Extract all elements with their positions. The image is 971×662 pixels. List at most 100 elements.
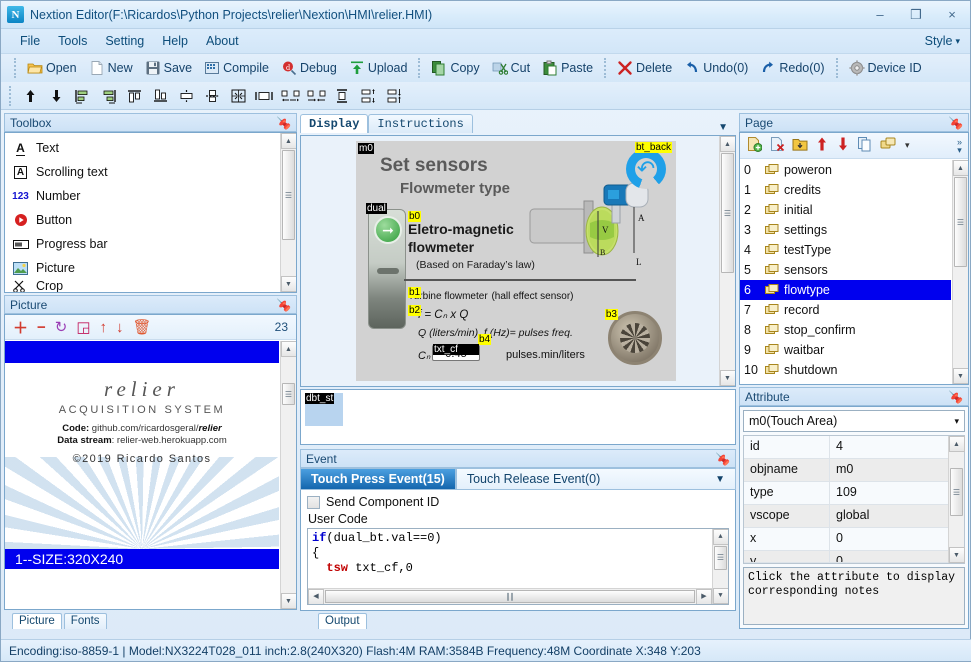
fit-grid-icon[interactable] [226, 85, 250, 107]
toolbox-item-button[interactable]: Button [9, 208, 279, 232]
user-code-editor[interactable]: if(dual_bt.val==0) { tsw txt_cf,0 ◀ ∥∥ ▶… [307, 528, 729, 605]
attribute-row-y[interactable]: y 0 [744, 551, 948, 563]
center-vertical-icon[interactable] [174, 85, 198, 107]
design-canvas-area[interactable]: ➞ Set sensors Flowmeter type Eletro-magn… [300, 135, 736, 387]
code-vscrollbar[interactable]: ▲ ☰ ▼ [712, 529, 728, 604]
save-button[interactable]: Save [139, 57, 199, 79]
distribute-h-in-icon[interactable] [304, 85, 328, 107]
component-label-b1[interactable]: b1 [408, 287, 422, 298]
component-label-dbt_st[interactable]: dbt_st [305, 393, 335, 404]
distribute-h-out-icon[interactable] [278, 85, 302, 107]
page-item-waitbar[interactable]: 9 waitbar [740, 340, 951, 360]
paste-button[interactable]: Paste [536, 57, 599, 79]
remove-icon[interactable]: − [37, 319, 46, 336]
add-page-icon[interactable] [746, 136, 763, 155]
page-group-icon[interactable] [880, 136, 898, 155]
tab-picture[interactable]: Picture [12, 613, 62, 629]
minimize-button[interactable]: – [862, 2, 898, 28]
move-up-icon[interactable] [18, 85, 42, 107]
page-item-settings[interactable]: 3 settings [740, 220, 951, 240]
cut-button[interactable]: Cut [486, 57, 536, 79]
attribute-row-vscope[interactable]: vscope global [744, 505, 948, 528]
component-label-m0[interactable]: m0 [358, 143, 374, 154]
attribute-object-select[interactable]: m0(Touch Area) ▾ [743, 410, 965, 432]
align-bottom-icon[interactable] [148, 85, 172, 107]
component-label-b4[interactable]: b4 [478, 334, 492, 345]
attribute-value[interactable]: 4 [830, 436, 948, 458]
bt-back-button[interactable]: ↶ [626, 149, 666, 189]
page-item-shutdown[interactable]: 10 shutdown [740, 360, 951, 380]
page-item-flowtype[interactable]: 6 flowtype [740, 280, 951, 300]
dropdown-caret-icon[interactable]: ▾ [905, 140, 910, 151]
scroll-down-icon[interactable]: ▼ [280, 276, 296, 292]
same-height-icon[interactable] [330, 85, 354, 107]
scroll-up-icon[interactable]: ▲ [712, 529, 728, 545]
attribute-row-x[interactable]: x 0 [744, 528, 948, 551]
page-scrollbar[interactable]: ▲ ☰ ▼ [952, 160, 968, 384]
pin-icon[interactable]: 📌 [949, 389, 963, 404]
compile-button[interactable]: Compile [198, 57, 275, 79]
scrollbar-thumb[interactable]: ☰ [950, 468, 963, 516]
align-right-icon[interactable] [96, 85, 120, 107]
component-label-dual[interactable]: dual [366, 203, 387, 214]
picture-thumbnail[interactable]: relier ACQUISITION SYSTEM Code: github.c… [5, 363, 279, 549]
move-page-down-icon[interactable] [836, 136, 850, 155]
move-down-icon[interactable] [44, 85, 68, 107]
menu-tools[interactable]: Tools [49, 31, 96, 51]
dual-switch-widget[interactable]: ➞ [368, 209, 406, 329]
toolbox-item-crop[interactable]: Crop [9, 280, 279, 292]
instruction-preview-pane[interactable]: dbt_st [300, 389, 736, 445]
copy-page-icon[interactable] [857, 136, 873, 155]
scroll-up-icon[interactable]: ▲ [280, 133, 296, 149]
page-item-poweron[interactable]: 0 poweron [740, 160, 951, 180]
tab-touch-release-event[interactable]: Touch Release Event(0) ▼ [455, 468, 736, 490]
copy-button[interactable]: Copy [425, 57, 485, 79]
move-up-icon[interactable]: ↑ [100, 319, 108, 336]
chevron-down-icon[interactable]: ▼ [715, 474, 725, 485]
page-item-stop_confirm[interactable]: 8 stop_confirm [740, 320, 951, 340]
edit-icon[interactable]: ◲ [76, 318, 90, 336]
page-item-record[interactable]: 7 record [740, 300, 951, 320]
attribute-value[interactable]: 0 [830, 528, 948, 550]
toolbox-item-text[interactable]: A Text [9, 136, 279, 160]
attribute-row-objname[interactable]: objname m0 [744, 459, 948, 482]
scrollbar-thumb[interactable]: ☰ [714, 546, 727, 570]
send-component-id-row[interactable]: Send Component ID [307, 495, 729, 509]
same-width-icon[interactable] [252, 85, 276, 107]
add-icon[interactable]: ＋ [13, 317, 28, 338]
hmi-canvas[interactable]: ➞ Set sensors Flowmeter type Eletro-magn… [356, 141, 676, 381]
move-page-up-icon[interactable] [815, 136, 829, 155]
component-label-b0[interactable]: b0 [408, 211, 422, 222]
picture-preview-list[interactable]: relier ACQUISITION SYSTEM Code: github.c… [5, 341, 296, 609]
scrollbar-track[interactable] [949, 516, 965, 547]
component-label-b3[interactable]: b3 [604, 309, 618, 320]
scroll-left-icon[interactable]: ◀ [308, 588, 324, 604]
close-button[interactable]: × [934, 2, 970, 28]
menu-about[interactable]: About [197, 31, 248, 51]
align-left-icon[interactable] [70, 85, 94, 107]
scrollbar-track[interactable] [953, 267, 969, 368]
trash-icon[interactable]: 🗑 [133, 318, 152, 336]
pin-icon[interactable]: 📌 [949, 115, 963, 130]
center-horizontal-icon[interactable] [200, 85, 224, 107]
pin-icon[interactable]: 📌 [277, 115, 291, 130]
picture-scrollbar[interactable]: ▲ ☰ ▼ [280, 341, 296, 609]
scrollbar-thumb[interactable]: ☰ [954, 177, 967, 267]
scrollbar-thumb[interactable]: ☰ [282, 383, 295, 405]
pin-icon[interactable]: 📌 [716, 451, 730, 466]
scrollbar-thumb[interactable]: ☰ [721, 153, 734, 273]
distribute-v-out-icon[interactable] [356, 85, 380, 107]
toolbox-item-picture[interactable]: Picture [9, 256, 279, 280]
scrollbar-track[interactable] [713, 570, 729, 588]
attribute-value[interactable]: 109 [830, 482, 948, 504]
scroll-down-icon[interactable]: ▼ [719, 370, 735, 386]
page-item-testType[interactable]: 4 testType [740, 240, 951, 260]
attribute-value[interactable]: 0 [830, 551, 948, 562]
attribute-table[interactable]: id 4 objname m0 type 109 vscope global x… [743, 435, 965, 564]
canvas-scrollbar[interactable]: ▲ ☰ ▼ [719, 136, 735, 386]
tab-display[interactable]: Display [300, 114, 369, 133]
scroll-up-icon[interactable]: ▲ [952, 160, 968, 176]
component-label-b2[interactable]: b2 [408, 305, 422, 316]
undo-button[interactable]: Undo(0) [678, 57, 754, 79]
delete-page-icon[interactable] [769, 136, 785, 155]
